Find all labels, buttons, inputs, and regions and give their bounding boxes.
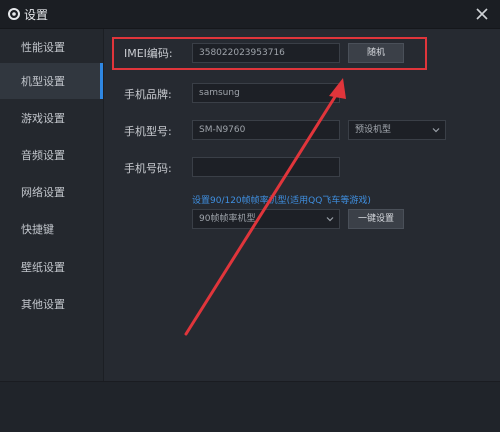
gear-icon xyxy=(8,8,20,20)
title-bar: 设置 xyxy=(0,0,500,29)
chevron-down-icon xyxy=(432,128,440,133)
fps-model-link[interactable]: 设置90/120帧帧率机型(适用QQ飞车等游戏) xyxy=(192,193,371,206)
model-label: 手机型号: xyxy=(124,125,172,138)
preset-model-value: 预设机型 xyxy=(355,125,392,135)
sidebar-item-game[interactable]: 游戏设置 xyxy=(0,100,103,136)
brand-label: 手机品牌: xyxy=(124,88,172,101)
sidebar-item-other[interactable]: 其他设置 xyxy=(0,286,103,322)
sidebar-item-label: 音频设置 xyxy=(21,149,65,162)
sidebar-item-wallpaper[interactable]: 壁纸设置 xyxy=(0,249,103,285)
sidebar-item-label: 壁纸设置 xyxy=(21,261,65,274)
sidebar-item-label: 机型设置 xyxy=(21,75,65,88)
preset-model-select[interactable]: 预设机型 xyxy=(348,120,446,140)
phone-input[interactable] xyxy=(192,157,340,177)
one-click-set-button[interactable]: 一键设置 xyxy=(348,209,404,229)
fps-model-value: 90帧帧率机型 xyxy=(199,214,256,224)
sidebar-item-label: 网络设置 xyxy=(21,186,65,199)
chevron-down-icon xyxy=(326,217,334,222)
highlight-box xyxy=(112,37,427,70)
settings-sidebar: 性能设置 机型设置 游戏设置 音频设置 网络设置 快捷键 壁纸设置 其他设置 xyxy=(0,29,103,381)
window-title: 设置 xyxy=(24,8,49,22)
sidebar-item-shortcuts[interactable]: 快捷键 xyxy=(0,211,103,247)
sidebar-item-performance[interactable]: 性能设置 xyxy=(0,29,103,65)
sidebar-divider xyxy=(103,29,104,381)
close-button[interactable] xyxy=(472,4,492,24)
footer-area xyxy=(0,381,500,432)
sidebar-item-device-model[interactable]: 机型设置 xyxy=(0,63,103,99)
model-input[interactable]: SM-N9760 xyxy=(192,120,340,140)
brand-input[interactable]: samsung xyxy=(192,83,340,103)
settings-window: 设置 性能设置 机型设置 游戏设置 音频设置 网络设置 快捷键 壁纸设置 其他设… xyxy=(0,0,500,432)
sidebar-item-label: 其他设置 xyxy=(21,298,65,311)
sidebar-item-label: 性能设置 xyxy=(21,41,65,54)
sidebar-item-label: 快捷键 xyxy=(21,223,54,236)
sidebar-item-network[interactable]: 网络设置 xyxy=(0,174,103,210)
close-icon xyxy=(476,8,488,20)
sidebar-item-audio[interactable]: 音频设置 xyxy=(0,137,103,173)
phone-label: 手机号码: xyxy=(124,162,172,175)
sidebar-item-label: 游戏设置 xyxy=(21,112,65,125)
fps-model-select[interactable]: 90帧帧率机型 xyxy=(192,209,340,229)
